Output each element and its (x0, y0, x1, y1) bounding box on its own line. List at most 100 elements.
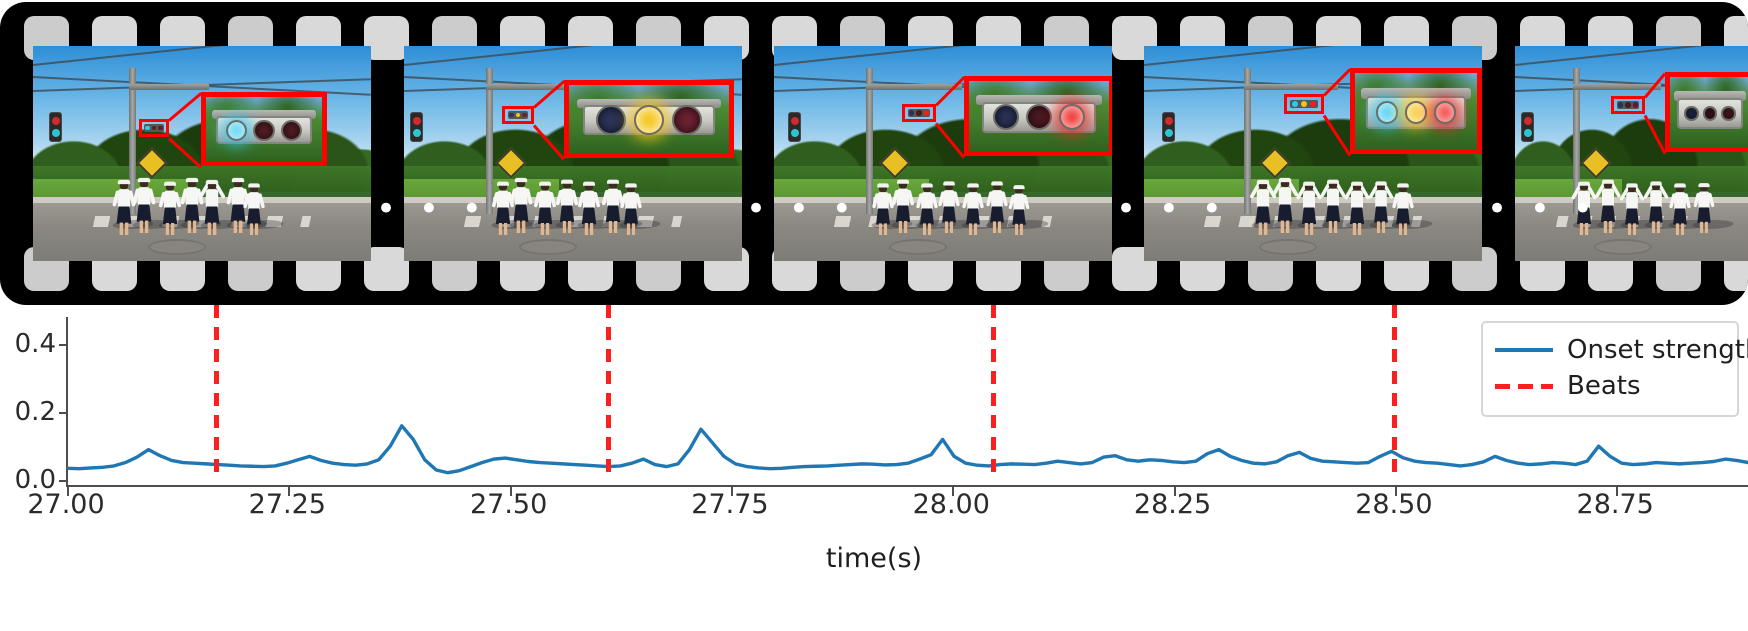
manhole-cover (1594, 238, 1653, 255)
x-tick-label: 27.00 (27, 489, 105, 520)
pedestrian (577, 181, 601, 236)
pedestrian (1343, 181, 1371, 236)
mini-lamp-right (923, 110, 930, 116)
onset-strength-polyline (66, 424, 1748, 475)
traffic-light-zoom-callout (564, 80, 734, 158)
mast-arm (866, 84, 962, 90)
lamp-middle (1702, 106, 1718, 121)
traffic-light-housing (1365, 95, 1466, 130)
pedestrian (1008, 185, 1030, 236)
traffic-light-housing (981, 102, 1097, 133)
legend-swatch-dashed-icon (1495, 377, 1553, 395)
lamp-left (1376, 101, 1399, 124)
mini-lamp-left (1617, 102, 1624, 108)
manhole-cover (518, 238, 577, 255)
traffic-light-zoom-callout (201, 92, 327, 166)
legend-swatch-line-icon (1495, 341, 1553, 359)
manhole-cover (1258, 238, 1317, 255)
traffic-light-housing (1677, 98, 1743, 129)
pedestrian (871, 183, 895, 236)
pedestrian (242, 183, 266, 236)
pedestrian (1295, 181, 1323, 236)
pedestrian (132, 178, 156, 234)
mini-lamp-middle (515, 112, 521, 118)
pedestrian (1391, 183, 1415, 236)
manhole-cover (147, 238, 206, 255)
pedestrian (891, 179, 915, 234)
lamp-right (1721, 106, 1736, 121)
pedestrian (937, 181, 961, 234)
x-axis-label: time(s) (825, 543, 923, 574)
lamp-right (1059, 104, 1086, 131)
zoom-source-box (902, 104, 936, 122)
filmstrip: • • • • • • • • • • • • (0, 2, 1748, 305)
mini-lamp-middle (1300, 100, 1308, 108)
mini-lamp-right (1309, 100, 1317, 108)
frame-separator-ellipsis: • • • (746, 189, 858, 229)
lamp-left (1684, 106, 1699, 121)
beat-marker-line (605, 305, 611, 481)
legend-label-beats: Beats (1567, 371, 1641, 401)
pedestrian (1319, 179, 1347, 234)
frame-separator-ellipsis: • • • (1487, 189, 1599, 229)
pedestrian (619, 183, 643, 236)
pedestrian (1619, 183, 1645, 236)
mast-arm (1244, 84, 1338, 90)
traffic-light-housing (583, 105, 715, 136)
y-tick-mark (59, 412, 68, 415)
filmstrip-frames: • • • • • • • • • • • • (0, 46, 1748, 261)
mini-lamp-left (1291, 100, 1299, 108)
zoom-source-box (139, 119, 169, 137)
pedestrian (961, 183, 985, 236)
pedestrian (915, 183, 939, 236)
y-tick-mark (59, 480, 68, 483)
pedestrian (1643, 181, 1669, 234)
x-tick-label: 28.75 (1576, 489, 1654, 520)
lamp-middle (253, 119, 275, 141)
traffic-light-zoom-callout (1665, 72, 1748, 152)
pedestrian (1271, 178, 1299, 234)
lamp-right (672, 105, 702, 136)
pedestrian (198, 180, 226, 236)
video-frame[interactable] (33, 46, 371, 261)
chart-legend: Onset strength Beats (1481, 321, 1748, 417)
pedestrian (112, 180, 136, 236)
mini-lamp-left (145, 125, 150, 131)
legend-item-onset-strength: Onset strength (1495, 332, 1748, 368)
x-tick-label: 27.75 (691, 489, 769, 520)
mini-lamp-right (158, 125, 163, 131)
lamp-left (595, 105, 626, 136)
y-tick-label: 0.4 (14, 329, 56, 360)
x-tick-label: 28.25 (1133, 489, 1212, 520)
y-tick-mark (59, 344, 68, 347)
mast-arm (1573, 84, 1661, 90)
onset-strength-chart: 0.0 0.2 0.4 27.00 27.25 27.50 27.75 28.00 28.25… (0, 305, 1748, 631)
zoom-source-box (1284, 94, 1324, 114)
lamp-right (1433, 101, 1456, 124)
zoom-source-box (1611, 96, 1645, 114)
mini-lamp-left (908, 110, 915, 116)
x-tick-label: 28.00 (912, 489, 990, 520)
lamp-right (280, 119, 302, 141)
beat-marker-line (214, 305, 220, 481)
pedestrian (1594, 179, 1622, 234)
x-tick-label: 28.50 (1355, 489, 1433, 520)
legend-label-onset-strength: Onset strength (1567, 335, 1748, 365)
mini-lamp-right (1632, 102, 1639, 108)
manhole-cover (888, 238, 947, 255)
mini-lamp-middle (151, 125, 157, 131)
traffic-light-zoom-callout (1350, 68, 1482, 154)
mini-lamp-middle (1625, 102, 1631, 108)
x-tick-label: 27.50 (469, 489, 548, 520)
traffic-light-zoom-callout (964, 76, 1112, 156)
pedestrian (158, 181, 182, 236)
lamp-left (226, 119, 248, 141)
pedestrian (1668, 183, 1692, 236)
figure-root: • • • • • • • • • • • • 0.0 0.2 0.4 27.00 27.2… (0, 0, 1748, 631)
zoom-source-box (502, 106, 534, 124)
mini-lamp-right (522, 112, 528, 118)
frame-separator-ellipsis: • • • (376, 189, 488, 229)
legend-item-beats: Beats (1495, 368, 1725, 404)
y-tick-label: 0.2 (14, 397, 56, 428)
beat-marker-line (1391, 305, 1397, 481)
